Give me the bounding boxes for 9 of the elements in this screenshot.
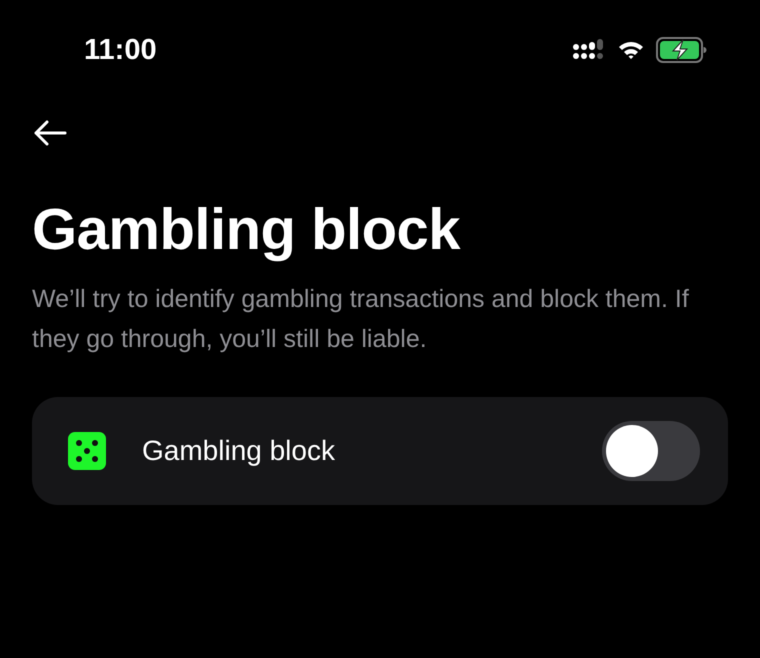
back-button[interactable]: [32, 118, 68, 148]
wifi-icon: [618, 40, 644, 60]
page-description: We’ll try to identify gambling transactions and block them. If they go through, you’ll still be liable.: [32, 284, 690, 355]
battery-charging-icon: [656, 37, 708, 63]
dice-icon: [68, 432, 106, 470]
status-time: 11:00: [84, 34, 157, 66]
signal-icon: [572, 39, 606, 61]
setting-label: Gambling block: [142, 435, 336, 467]
page-title: Gambling block: [32, 196, 462, 263]
